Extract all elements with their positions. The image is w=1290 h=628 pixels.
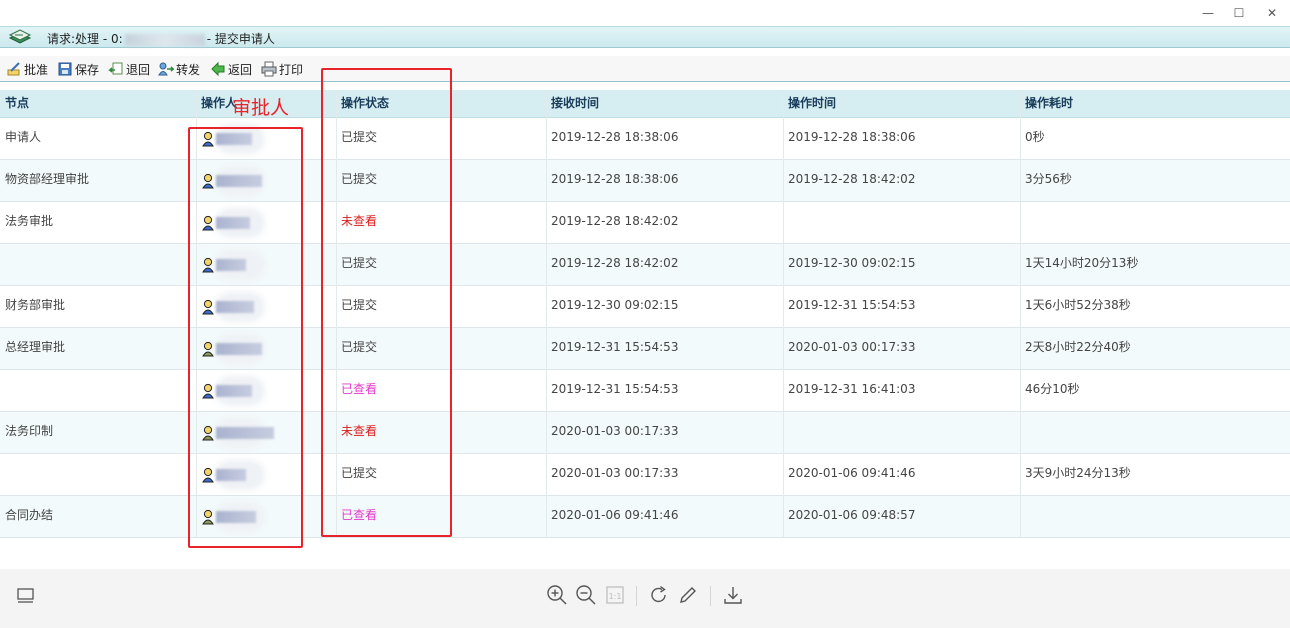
title-prefix: 请求:处理 - 0: bbox=[47, 32, 123, 46]
actual-size-label: 1:1 bbox=[609, 592, 622, 601]
receive-time-cell: 2019-12-28 18:38:06 bbox=[551, 172, 679, 186]
page-title: 请求:处理 - 0: - 提交申请人 bbox=[47, 30, 275, 47]
edit-icon[interactable] bbox=[677, 584, 699, 606]
duration-cell bbox=[1020, 202, 1290, 244]
receive-time-cell: 2019-12-31 15:54:53 bbox=[551, 382, 679, 396]
toolbar-separator bbox=[636, 586, 637, 606]
node-cell: 财务部审批 bbox=[5, 298, 66, 312]
duration-cell: 3天9小时24分13秒 bbox=[1025, 466, 1131, 480]
operate-time-cell bbox=[783, 202, 1020, 244]
receive-time-cell: 2019-12-28 18:38:06 bbox=[551, 130, 679, 144]
operate-time-cell: 2019-12-31 16:41:03 bbox=[788, 382, 916, 396]
node-cell: 总经理审批 bbox=[5, 340, 66, 354]
redacted-request-id bbox=[124, 33, 205, 46]
operate-time-cell: 2020-01-06 09:48:57 bbox=[788, 508, 916, 522]
column-header-node: 节点 bbox=[5, 96, 30, 110]
save-button[interactable]: 保存 bbox=[57, 60, 99, 78]
operate-time-cell: 2020-01-03 00:17:33 bbox=[788, 340, 916, 354]
operate-time-cell: 2019-12-31 15:54:53 bbox=[788, 298, 916, 312]
duration-cell: 3分56秒 bbox=[1025, 172, 1072, 186]
actual-size-icon: 1:1 bbox=[604, 584, 626, 606]
receive-time-cell: 2020-01-03 00:17:33 bbox=[551, 424, 679, 438]
receive-time-cell: 2019-12-31 15:54:53 bbox=[551, 340, 679, 354]
column-header-duration: 操作耗时 bbox=[1025, 96, 1074, 110]
toolbar: 批准 保存 退回 转发 返回 打印 bbox=[0, 56, 1290, 82]
approve-button[interactable]: 批准 bbox=[6, 60, 48, 78]
rotate-icon[interactable] bbox=[648, 584, 670, 606]
column-divider bbox=[546, 90, 547, 538]
duration-cell: 2天8小时22分40秒 bbox=[1025, 340, 1131, 354]
node-cell: 合同办结 bbox=[5, 508, 54, 522]
receive-time-cell: 2020-01-06 09:41:46 bbox=[551, 508, 679, 522]
window-bar: — ☐ ✕ bbox=[0, 0, 1290, 26]
go-back-button[interactable]: 返回 bbox=[210, 60, 252, 78]
forward-label: 转发 bbox=[176, 62, 201, 77]
approve-pen-icon bbox=[7, 62, 20, 76]
node-cell bbox=[0, 454, 196, 496]
toolbar-separator bbox=[710, 586, 711, 606]
column-header-operate-time: 操作时间 bbox=[788, 96, 837, 110]
duration-cell: 1天6小时52分38秒 bbox=[1025, 298, 1131, 312]
column-divider bbox=[1020, 90, 1021, 538]
operate-time-cell: 2019-12-28 18:38:06 bbox=[788, 130, 916, 144]
operate-time-cell: 2020-01-06 09:41:46 bbox=[788, 466, 916, 480]
receive-time-cell: 2019-12-28 18:42:02 bbox=[551, 214, 679, 228]
node-cell bbox=[0, 244, 196, 286]
receive-time-cell: 2019-12-30 09:02:15 bbox=[551, 298, 679, 312]
forward-button[interactable]: 转发 bbox=[158, 60, 200, 78]
operate-time-cell bbox=[783, 412, 1020, 454]
grid-header: 节点 操作人 操作状态 接收时间 操作时间 操作耗时 bbox=[0, 90, 1290, 118]
node-cell: 法务印制 bbox=[5, 424, 54, 438]
duration-cell: 46分10秒 bbox=[1025, 382, 1080, 396]
zoom-out-icon[interactable] bbox=[575, 584, 597, 606]
column-header-receive-time: 接收时间 bbox=[551, 96, 600, 110]
node-cell: 申请人 bbox=[5, 130, 42, 144]
approver-annotation-label: 审批人 bbox=[232, 97, 290, 119]
go-back-label: 返回 bbox=[228, 62, 253, 77]
zoom-in-icon[interactable] bbox=[546, 584, 568, 606]
status-annotation-box bbox=[321, 68, 452, 537]
print-button[interactable]: 打印 bbox=[261, 60, 303, 78]
approver-annotation-box bbox=[188, 127, 303, 548]
node-cell bbox=[0, 370, 196, 412]
back-arrow-icon bbox=[211, 61, 225, 77]
duration-cell bbox=[1020, 496, 1290, 538]
operate-time-cell: 2019-12-28 18:42:02 bbox=[788, 172, 916, 186]
return-back-button[interactable]: 退回 bbox=[108, 60, 150, 78]
download-icon[interactable] bbox=[722, 584, 744, 606]
return-back-label: 退回 bbox=[126, 62, 151, 77]
operate-time-cell: 2019-12-30 09:02:15 bbox=[788, 256, 916, 270]
title-suffix: - 提交申请人 bbox=[206, 32, 275, 46]
receive-time-cell: 2020-01-03 00:17:33 bbox=[551, 466, 679, 480]
column-divider bbox=[783, 90, 784, 538]
title-bar: 请求:处理 - 0: - 提交申请人 bbox=[0, 26, 1290, 48]
close-button[interactable]: ✕ bbox=[1262, 4, 1282, 22]
return-document-icon bbox=[108, 62, 123, 75]
duration-cell bbox=[1020, 412, 1290, 454]
node-cell: 物资部经理审批 bbox=[5, 172, 90, 186]
duration-cell: 1天14小时20分13秒 bbox=[1025, 256, 1139, 270]
save-label: 保存 bbox=[75, 62, 100, 77]
printer-icon bbox=[261, 61, 277, 77]
fit-screen-icon[interactable] bbox=[15, 585, 37, 607]
receive-time-cell: 2019-12-28 18:42:02 bbox=[551, 256, 679, 270]
duration-cell: 0秒 bbox=[1025, 130, 1045, 144]
approve-label: 批准 bbox=[24, 62, 49, 77]
forward-users-icon bbox=[158, 62, 174, 76]
node-cell: 法务审批 bbox=[5, 214, 54, 228]
maximize-button[interactable]: ☐ bbox=[1229, 4, 1249, 22]
floppy-disk-icon bbox=[58, 62, 72, 76]
print-label: 打印 bbox=[279, 62, 304, 77]
minimize-button[interactable]: — bbox=[1198, 4, 1218, 22]
document-stack-icon bbox=[8, 29, 32, 44]
viewer-toolbar: 1:1 bbox=[0, 569, 1290, 628]
